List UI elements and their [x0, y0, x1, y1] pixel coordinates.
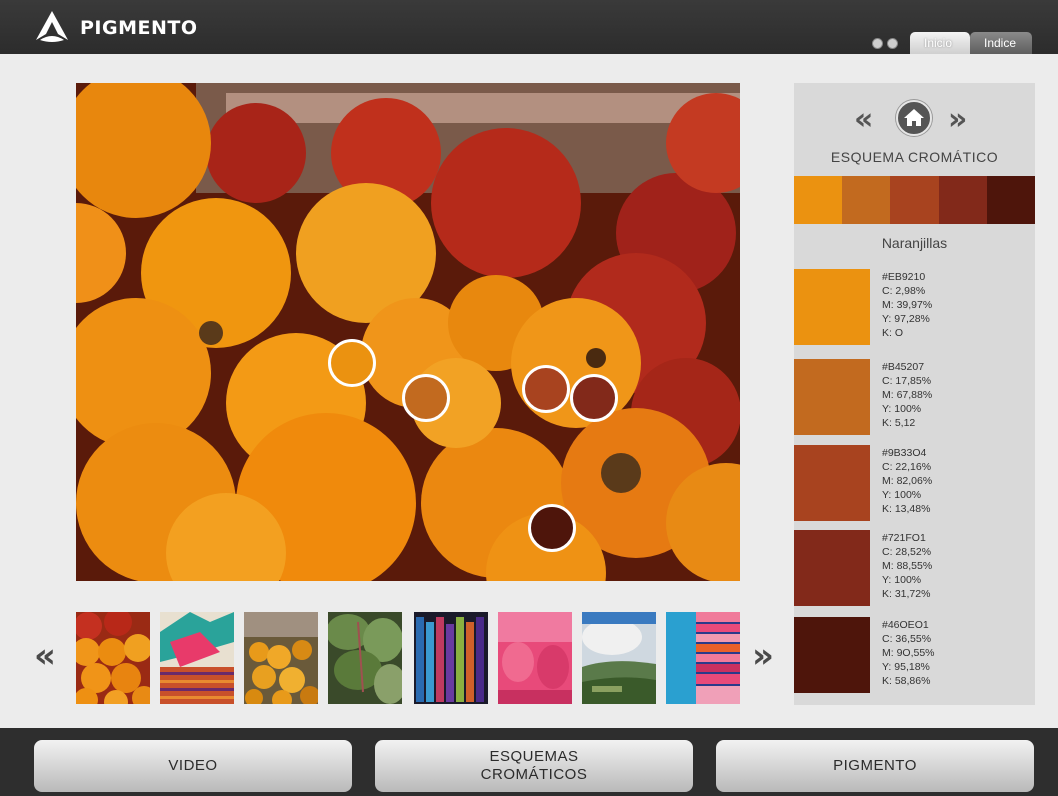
color-hex: #EB9210: [882, 271, 926, 283]
color-info: #EB9210 C: 2,98% M: 39,97% Y: 97,28% K: …: [882, 270, 932, 340]
thumbnail-hilos-colores[interactable]: [414, 612, 488, 704]
color-c: C: 28,52%: [882, 546, 932, 558]
scheme-bar-color-4: [938, 176, 987, 224]
color-hex: #721FO1: [882, 532, 926, 544]
color-info: #721FO1 C: 28,52% M: 88,55% Y: 100% K: 3…: [882, 531, 932, 601]
scheme-bar-color-3: [890, 176, 939, 224]
color-marker-4[interactable]: [570, 374, 618, 422]
thumbnail-hojas-verdes[interactable]: [328, 612, 402, 704]
color-m: M: 82,06%: [882, 475, 933, 487]
color-scheme-panel: « » ESQUEMA CROMÁTICO Naranjillas #EB921…: [794, 83, 1036, 705]
color-y: Y: 95,18%: [882, 661, 930, 673]
pigmento-logo-icon: [36, 11, 68, 42]
color-k: K: 5,12: [882, 417, 916, 429]
color-hex: #9B33O4: [882, 447, 927, 459]
esquemas-cromaticos-button[interactable]: ESQUEMAS CROMÁTICOS: [375, 740, 693, 792]
color-c: C: 2,98%: [882, 285, 926, 297]
color-hex: #B45207: [882, 361, 925, 373]
panel-prev-arrow-icon[interactable]: «: [854, 105, 873, 135]
color-k: K: 58,86%: [882, 675, 931, 687]
color-y: Y: 97,28%: [882, 313, 930, 325]
color-y: Y: 100%: [882, 574, 922, 586]
thumbs-prev-arrow-icon[interactable]: «: [34, 638, 56, 674]
home-icon: [904, 109, 924, 126]
color-m: M: 88,55%: [882, 560, 933, 572]
color-chip: [794, 445, 870, 521]
color-info: #B45207 C: 17,85% M: 67,88% Y: 100% K: 5…: [882, 360, 932, 430]
color-k: K: O: [882, 327, 904, 339]
thumbnail-lana-rosa[interactable]: [498, 612, 572, 704]
color-scheme-bar: [794, 176, 1036, 224]
brand-name: PIGMENTO: [80, 17, 198, 39]
color-row-5: #46OEO1 C: 36,55% M: 9O,55% Y: 95,18% K:…: [794, 617, 1035, 697]
color-info: #46OEO1 C: 36,55% M: 9O,55% Y: 95,18% K:…: [882, 618, 935, 688]
thumbnail-flores-naranjas[interactable]: [244, 612, 318, 704]
color-y: Y: 100%: [882, 403, 922, 415]
thumbnail-tela-multicolor[interactable]: [666, 612, 740, 704]
thumbs-next-arrow-icon[interactable]: »: [752, 638, 774, 674]
color-c: C: 17,85%: [882, 375, 932, 387]
thumbnail-naranjillas[interactable]: [76, 612, 150, 704]
color-row-3: #9B33O4 C: 22,16% M: 82,06% Y: 100% K: 1…: [794, 445, 1035, 525]
color-y: Y: 100%: [882, 489, 922, 501]
scheme-subtitle: Naranjillas: [881, 235, 948, 251]
thumbnail-tejido-floral[interactable]: [160, 612, 234, 704]
color-row-1: #EB9210 C: 2,98% M: 39,97% Y: 97,28% K: …: [794, 269, 1035, 349]
color-marker-5[interactable]: [528, 504, 576, 552]
video-button-label: VIDEO: [168, 757, 218, 774]
color-chip: [794, 617, 870, 693]
color-chip: [794, 359, 870, 435]
panel-title: ESQUEMA CROMÁTICO: [830, 149, 999, 165]
scheme-bar-color-1: [794, 176, 843, 224]
sound-off-icon[interactable]: [887, 38, 898, 49]
thumbnail-paisaje-andino[interactable]: [582, 612, 656, 704]
main-photo: [76, 83, 740, 581]
color-hex: #46OEO1: [882, 619, 929, 631]
tab-inicio[interactable]: Inicio: [910, 32, 970, 54]
panel-next-arrow-icon[interactable]: »: [948, 105, 967, 135]
color-c: C: 22,16%: [882, 461, 932, 473]
color-chip: [794, 530, 870, 606]
color-info: #9B33O4 C: 22,16% M: 82,06% Y: 100% K: 1…: [882, 446, 932, 516]
color-row-2: #B45207 C: 17,85% M: 67,88% Y: 100% K: 5…: [794, 359, 1035, 439]
scheme-bar-color-2: [842, 176, 891, 224]
color-m: M: 39,97%: [882, 299, 933, 311]
scheme-bar-color-5: [986, 176, 1036, 224]
bottom-bar: VIDEO ESQUEMAS CROMÁTICOS PIGMENTO: [0, 728, 1058, 796]
naranjillas-photo: [76, 83, 740, 581]
color-row-4: #721FO1 C: 28,52% M: 88,55% Y: 100% K: 3…: [794, 530, 1035, 610]
pigmento-button-label: PIGMENTO: [833, 757, 917, 774]
color-m: M: 9O,55%: [882, 647, 935, 659]
home-button[interactable]: [896, 100, 932, 136]
tab-indice[interactable]: Indice: [970, 32, 1032, 54]
color-c: C: 36,55%: [882, 633, 932, 645]
color-k: K: 13,48%: [882, 503, 931, 515]
top-bar: PIGMENTO Inicio Indice: [0, 0, 1058, 54]
esquemas-button-label: ESQUEMAS CROMÁTICOS: [480, 748, 588, 783]
sound-on-icon[interactable]: [872, 38, 883, 49]
color-marker-3[interactable]: [522, 365, 570, 413]
color-chip: [794, 269, 870, 345]
pigmento-button[interactable]: PIGMENTO: [716, 740, 1034, 792]
color-m: M: 67,88%: [882, 389, 933, 401]
video-button[interactable]: VIDEO: [34, 740, 352, 792]
color-marker-1[interactable]: [328, 339, 376, 387]
color-k: K: 31,72%: [882, 588, 931, 600]
color-marker-2[interactable]: [402, 374, 450, 422]
